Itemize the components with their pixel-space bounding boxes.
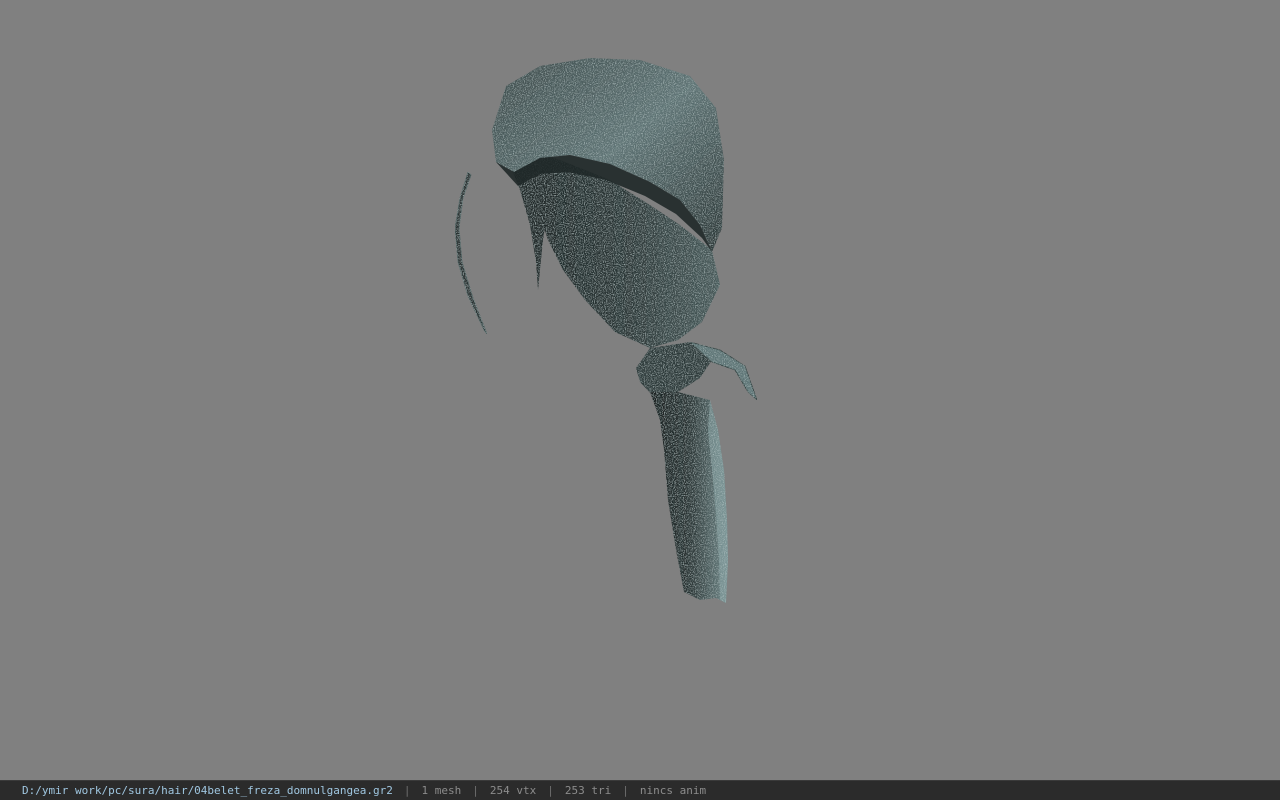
hair-mesh-model [454, 58, 758, 603]
3d-viewport[interactable] [0, 0, 1280, 780]
triangle-count: 253 tri [564, 784, 612, 797]
separator: | [547, 784, 554, 797]
model-file-path: D:/ymir work/pc/sura/hair/04belet_freza_… [22, 784, 393, 797]
animation-status: nincs anim [639, 784, 707, 797]
separator: | [472, 784, 479, 797]
hair-strand-left [454, 171, 488, 335]
separator: | [622, 784, 629, 797]
vertex-count: 254 vtx [489, 784, 537, 797]
mesh-count: 1 mesh [421, 784, 462, 797]
status-bar: D:/ymir work/pc/sura/hair/04belet_freza_… [0, 780, 1280, 800]
separator: | [403, 784, 411, 797]
